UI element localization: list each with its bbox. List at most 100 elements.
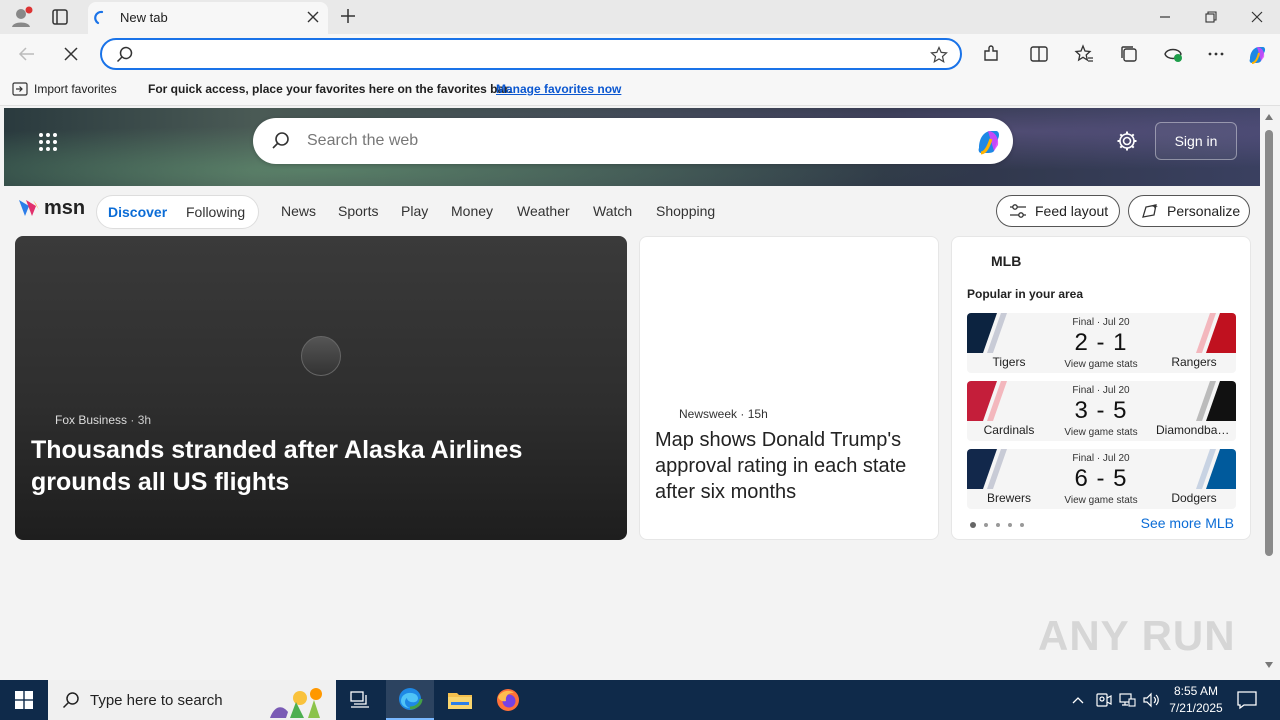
manage-favorites-link[interactable]: Manage favorites now [496, 82, 621, 96]
sliders-icon [1010, 204, 1026, 218]
settings-gear-icon[interactable] [1116, 130, 1138, 152]
import-favorites-button[interactable]: Import favorites [12, 82, 117, 96]
tab-following[interactable]: Following [186, 204, 245, 220]
address-bar[interactable] [100, 38, 962, 70]
extensions-icon[interactable] [980, 43, 1002, 65]
start-button[interactable] [0, 680, 48, 720]
nav-news[interactable]: News [281, 203, 316, 219]
scroll-up-icon[interactable] [1265, 114, 1273, 120]
carousel-dot[interactable] [970, 522, 976, 528]
show-hidden-icons-chevron-icon[interactable] [1068, 690, 1088, 710]
view-game-stats-link[interactable]: View game stats [1051, 359, 1151, 370]
search-icon [116, 46, 134, 64]
volume-icon[interactable] [1141, 690, 1161, 710]
web-search-input[interactable] [307, 128, 907, 154]
nav-shopping[interactable]: Shopping [656, 203, 715, 219]
view-game-stats-link[interactable]: View game stats [1051, 427, 1151, 438]
game-status: Final · Jul 20 [1072, 385, 1130, 396]
game-score-row[interactable]: Final · Jul 20 2 - 1 View game stats Tig… [967, 313, 1236, 373]
game-score: 2 - 1 [1074, 329, 1128, 356]
view-game-stats-link[interactable]: View game stats [1051, 495, 1151, 506]
game-status: Final · Jul 20 [1072, 453, 1130, 464]
away-team: Rangers [1171, 355, 1217, 369]
nav-play[interactable]: Play [401, 203, 428, 219]
nav-money[interactable]: Money [451, 203, 493, 219]
story-source: Fox Business · 3h [55, 413, 152, 427]
restore-icon[interactable] [1200, 6, 1222, 28]
main-story-card[interactable]: Fox Business · 3h Thousands stranded aft… [15, 236, 627, 540]
app-launcher-icon[interactable] [38, 132, 58, 152]
story-age: 3h [137, 413, 152, 427]
system-clock[interactable]: 8:55 AM 7/21/2025 [1166, 683, 1226, 717]
game-score: 3 - 5 [1074, 397, 1128, 424]
story-source: Newsweek · 15h [679, 407, 768, 421]
notifications-icon[interactable] [1236, 690, 1258, 710]
story-headline[interactable]: Thousands stranded after Alaska Airlines… [31, 434, 621, 498]
carousel-dots[interactable] [970, 522, 1024, 528]
search-highlight-illustration-icon [270, 688, 322, 718]
league-title[interactable]: MLB [991, 253, 1021, 269]
nav-sports[interactable]: Sports [338, 203, 378, 219]
collections-icon[interactable] [1118, 43, 1140, 65]
network-icon[interactable] [1117, 690, 1137, 710]
meet-now-icon[interactable] [1093, 690, 1113, 710]
away-team: Diamondbacks [1156, 423, 1236, 437]
profile-icon[interactable] [10, 6, 34, 28]
tab-actions-icon[interactable] [50, 7, 70, 27]
split-screen-icon[interactable] [1028, 43, 1050, 65]
copilot-icon[interactable] [973, 126, 1003, 156]
firefox-icon[interactable] [484, 680, 532, 720]
close-window-icon[interactable] [1246, 6, 1268, 28]
see-more-mlb-link[interactable]: See more MLB [1141, 515, 1234, 531]
msn-logo[interactable]: msn [16, 196, 85, 220]
nav-weather[interactable]: Weather [517, 203, 570, 219]
tab-new-tab[interactable]: New tab [88, 2, 328, 34]
tab-discover[interactable]: Discover [108, 204, 167, 220]
team-logo-icon [1196, 381, 1236, 421]
hero-banner: Sign in [4, 108, 1260, 186]
task-view-icon[interactable] [336, 680, 384, 720]
story-age: 15h [747, 407, 768, 421]
browser-essentials-icon[interactable] [1162, 43, 1184, 65]
game-status: Final · Jul 20 [1072, 317, 1130, 328]
more-options-icon[interactable] [1205, 43, 1227, 65]
file-explorer-icon[interactable] [436, 680, 484, 720]
windows-taskbar: Type here to search 8:55 AM 7/21/2025 [0, 680, 1280, 720]
edge-taskbar-icon[interactable] [386, 680, 434, 720]
scrollbar-thumb[interactable] [1265, 130, 1273, 556]
favorites-bar: Import favorites For quick access, place… [0, 74, 1280, 106]
carousel-dot[interactable] [996, 523, 1000, 527]
stop-loading-icon[interactable] [60, 43, 82, 65]
nav-watch[interactable]: Watch [593, 203, 632, 219]
game-score-row[interactable]: Final · Jul 20 3 - 5 View game stats Car… [967, 381, 1236, 441]
team-logo-icon [967, 449, 1007, 489]
taskbar-search-box[interactable]: Type here to search [48, 680, 336, 720]
away-team: Dodgers [1171, 491, 1217, 505]
sign-in-button[interactable]: Sign in [1155, 122, 1237, 160]
carousel-dot[interactable] [984, 523, 988, 527]
loading-placeholder-icon [301, 336, 341, 376]
scroll-down-icon[interactable] [1265, 662, 1273, 668]
favorites-icon[interactable] [1073, 43, 1095, 65]
msn-new-tab-page: Sign in msn Discover Following News Spor… [4, 108, 1260, 676]
minimize-icon[interactable] [1154, 6, 1176, 28]
carousel-dot[interactable] [1008, 523, 1012, 527]
personalize-button[interactable]: Personalize [1128, 195, 1250, 227]
story-headline[interactable]: Map shows Donald Trump's approval rating… [655, 427, 930, 505]
close-tab-icon[interactable] [306, 10, 320, 24]
feed-layout-button[interactable]: Feed layout [996, 195, 1120, 227]
msn-navigation: msn Discover Following News Sports Play … [4, 186, 1260, 236]
favorites-hint: For quick access, place your favorites h… [148, 82, 512, 96]
copilot-icon[interactable] [1246, 43, 1268, 65]
new-tab-plus-icon[interactable] [338, 6, 358, 26]
carousel-dot[interactable] [1020, 523, 1024, 527]
secondary-story-card[interactable]: Newsweek · 15h Map shows Donald Trump's … [639, 236, 939, 540]
game-score-row[interactable]: Final · Jul 20 6 - 5 View game stats Bre… [967, 449, 1236, 509]
game-score: 6 - 5 [1074, 465, 1128, 492]
web-search-box[interactable] [253, 118, 1013, 164]
favorite-star-icon[interactable] [930, 46, 948, 64]
back-arrow-icon[interactable] [16, 43, 38, 65]
home-team: Cardinals [983, 423, 1035, 437]
loading-icon [94, 10, 110, 26]
page-scrollbar[interactable] [1262, 108, 1276, 676]
